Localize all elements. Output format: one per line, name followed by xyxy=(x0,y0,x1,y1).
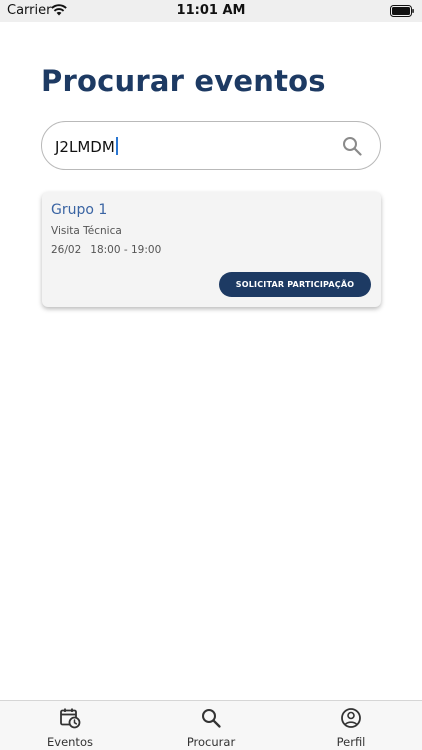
status-bar: Carrier 11:01 AM xyxy=(0,0,422,22)
event-title: Grupo 1 xyxy=(51,202,108,218)
search-box[interactable]: J2LMDM xyxy=(41,121,381,170)
user-circle-icon xyxy=(341,708,361,728)
search-icon[interactable] xyxy=(342,136,362,156)
event-type: Visita Técnica xyxy=(51,225,122,237)
search-input-value: J2LMDM xyxy=(55,138,115,156)
tab-eventos[interactable]: Eventos xyxy=(0,701,140,750)
tab-perfil[interactable]: Perfil xyxy=(281,701,421,750)
search-icon xyxy=(202,709,221,728)
event-time: 18:00 - 19:00 xyxy=(90,244,162,256)
request-participation-button[interactable]: SOLICITAR PARTICIPAÇÃO xyxy=(219,272,371,297)
event-datetime: 26/02 18:00 - 19:00 xyxy=(51,244,161,256)
event-date: 26/02 xyxy=(51,244,82,256)
tab-procurar-label: Procurar xyxy=(186,735,236,749)
tab-perfil-label: Perfil xyxy=(336,735,366,749)
event-card: Grupo 1 Visita Técnica 26/02 18:00 - 19:0… xyxy=(42,192,381,307)
screen: Carrier 11:01 AM Procurar eventos J2LMDM… xyxy=(0,0,422,750)
calendar-clock-icon xyxy=(60,708,81,729)
page-title: Procurar eventos xyxy=(41,64,326,98)
tab-bar: Eventos Procurar Perfil xyxy=(0,700,422,750)
battery-icon xyxy=(390,5,414,17)
search-input[interactable]: J2LMDM xyxy=(55,137,118,156)
status-time: 11:01 AM xyxy=(176,3,246,18)
tab-procurar[interactable]: Procurar xyxy=(141,701,281,750)
tab-eventos-label: Eventos xyxy=(47,735,93,749)
text-caret xyxy=(115,137,118,155)
